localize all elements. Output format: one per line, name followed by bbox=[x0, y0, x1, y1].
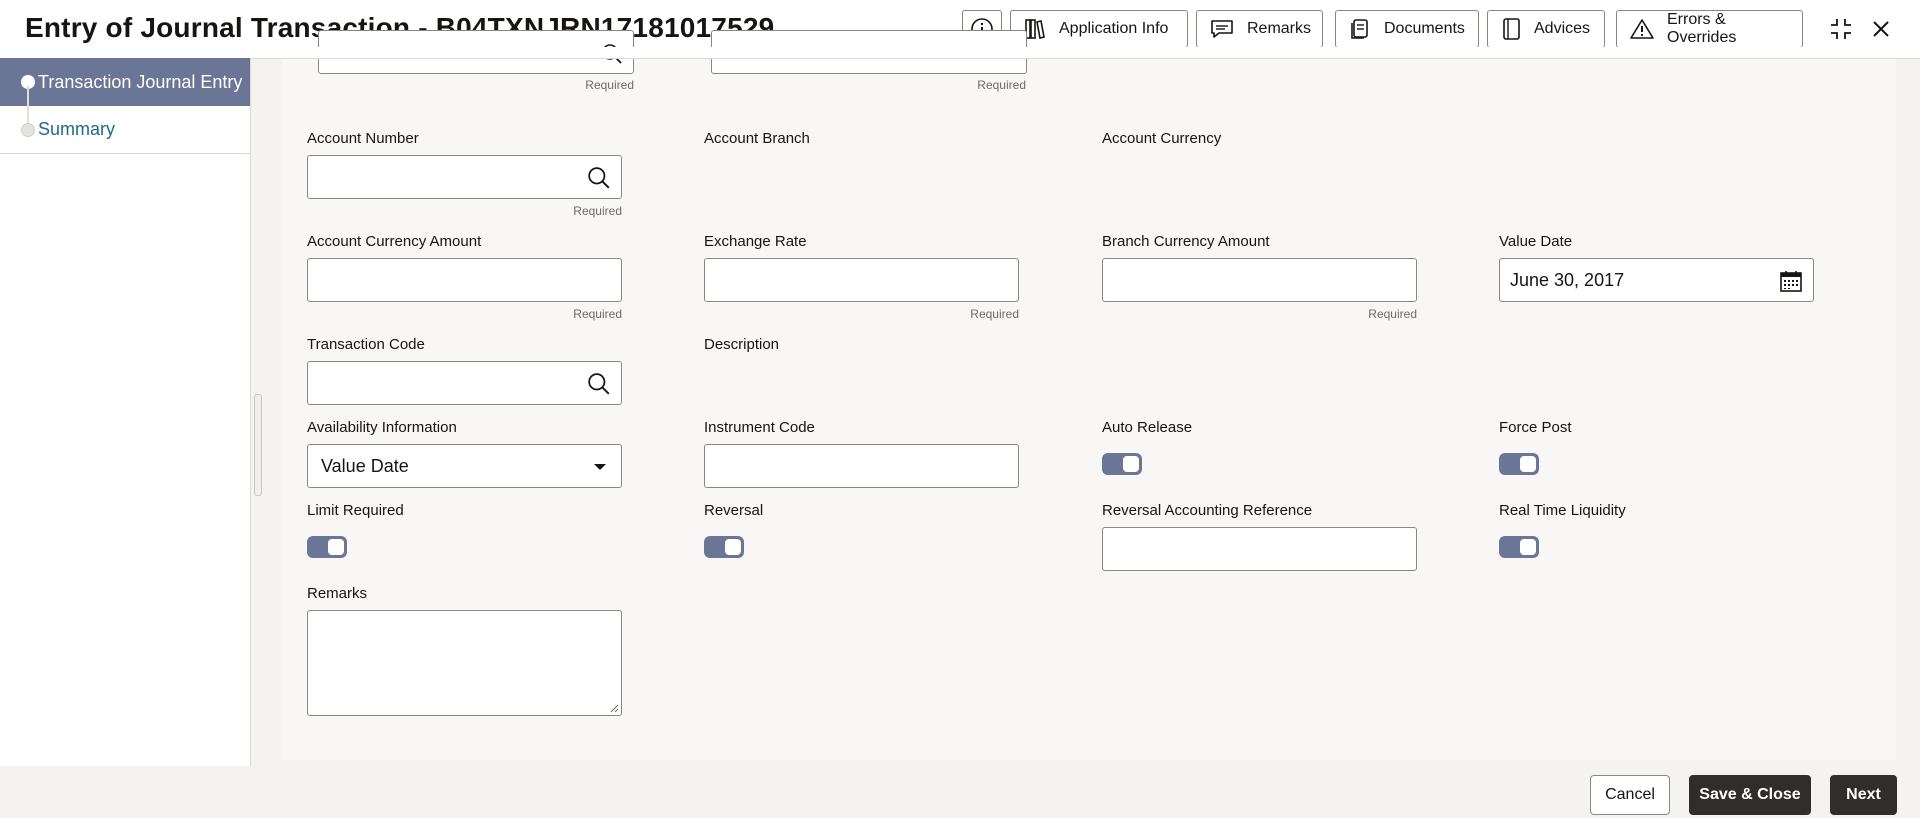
errors-overrides-button[interactable]: Errors & Overrides bbox=[1616, 10, 1803, 48]
instrument-code-input[interactable] bbox=[704, 444, 1019, 488]
branch-currency-amount-input[interactable] bbox=[1102, 258, 1417, 302]
reversal-accounting-reference-label: Reversal Accounting Reference bbox=[1102, 502, 1313, 519]
limit-required-toggle[interactable] bbox=[307, 536, 347, 558]
real-time-liquidity-label: Real Time Liquidity bbox=[1499, 502, 1626, 519]
chevron-down-icon bbox=[594, 464, 606, 470]
calendar-icon[interactable] bbox=[1779, 269, 1803, 293]
account-currency-label: Account Currency bbox=[1102, 130, 1222, 147]
account-currency-amount-label: Account Currency Amount bbox=[307, 233, 482, 250]
advices-button[interactable]: Advices bbox=[1487, 10, 1605, 48]
required-hint: Required bbox=[977, 78, 1026, 92]
account-number-input[interactable] bbox=[307, 155, 622, 199]
toggle-knob bbox=[1520, 539, 1536, 555]
close-icon[interactable] bbox=[1866, 14, 1896, 44]
sidebar-item-label: Summary bbox=[38, 119, 116, 139]
header-mask-left bbox=[0, 47, 252, 58]
documents-icon bbox=[1351, 19, 1368, 39]
save-close-button[interactable]: Save & Close bbox=[1689, 775, 1811, 815]
force-post-toggle[interactable] bbox=[1499, 453, 1539, 475]
step-inactive-icon bbox=[21, 122, 35, 137]
auto-release-toggle[interactable] bbox=[1102, 453, 1142, 475]
instrument-code-label: Instrument Code bbox=[704, 419, 815, 436]
account-branch-label: Account Branch bbox=[704, 130, 810, 147]
resize-grip-icon[interactable] bbox=[609, 703, 619, 713]
reversal-label: Reversal bbox=[704, 502, 764, 519]
toggle-knob bbox=[725, 539, 741, 555]
sidebar-item-transaction-journal-entry[interactable]: Transaction Journal Entry bbox=[0, 58, 250, 106]
collapse-icon[interactable] bbox=[1826, 14, 1856, 44]
next-button[interactable]: Next bbox=[1830, 775, 1897, 815]
availability-information-value: Value Date bbox=[321, 456, 409, 476]
errors-overrides-label: Errors & Overrides bbox=[1667, 11, 1737, 46]
availability-information-label: Availability Information bbox=[307, 419, 457, 436]
toggle-knob bbox=[1123, 456, 1139, 472]
toggle-knob bbox=[328, 539, 344, 555]
transaction-code-input[interactable] bbox=[307, 361, 622, 405]
documents-button[interactable]: Documents bbox=[1335, 10, 1479, 48]
application-info-button[interactable]: Application Info bbox=[1010, 10, 1188, 48]
sidebar: Transaction Journal Entry Summary bbox=[0, 58, 251, 766]
required-hint: Required bbox=[573, 307, 622, 321]
documents-label: Documents bbox=[1384, 20, 1465, 37]
value-date-label: Value Date bbox=[1499, 233, 1573, 250]
account-currency-amount-input[interactable] bbox=[307, 258, 622, 302]
remarks-label: Remarks bbox=[307, 585, 368, 602]
required-hint: Required bbox=[573, 204, 622, 218]
reversal-accounting-reference-input[interactable] bbox=[1102, 527, 1417, 571]
availability-information-select[interactable]: Value Date bbox=[307, 444, 622, 488]
remarks-label: Remarks bbox=[1247, 20, 1312, 37]
transaction-code-label: Transaction Code bbox=[307, 336, 425, 353]
force-post-label: Force Post bbox=[1499, 419, 1572, 436]
sidebar-item-summary[interactable]: Summary bbox=[0, 106, 250, 154]
advices-label: Advices bbox=[1534, 20, 1591, 37]
required-hint: Required bbox=[585, 78, 634, 92]
real-time-liquidity-toggle[interactable] bbox=[1499, 536, 1539, 558]
comment-icon bbox=[1211, 20, 1233, 38]
remarks-button[interactable]: Remarks bbox=[1196, 10, 1323, 48]
required-hint: Required bbox=[970, 307, 1019, 321]
exchange-rate-input[interactable] bbox=[704, 258, 1019, 302]
header-mask bbox=[252, 47, 1920, 59]
application-info-label: Application Info bbox=[1059, 20, 1169, 37]
required-hint: Required bbox=[1368, 307, 1417, 321]
warning-icon bbox=[1630, 19, 1654, 39]
remarks-textarea[interactable] bbox=[307, 610, 622, 716]
cancel-button[interactable]: Cancel bbox=[1590, 775, 1670, 815]
limit-required-label: Limit Required bbox=[307, 502, 404, 519]
toggle-knob bbox=[1520, 456, 1536, 472]
search-icon[interactable] bbox=[587, 372, 611, 396]
value-date-input[interactable]: June 30, 2017 bbox=[1499, 258, 1814, 302]
description-label: Description bbox=[704, 336, 780, 353]
advices-icon bbox=[1503, 18, 1520, 40]
search-icon[interactable] bbox=[587, 166, 611, 190]
resize-handle[interactable] bbox=[254, 394, 262, 496]
exchange-rate-label: Exchange Rate bbox=[704, 233, 807, 250]
value-date-value: June 30, 2017 bbox=[1510, 270, 1625, 290]
branch-currency-amount-label: Branch Currency Amount bbox=[1102, 233, 1270, 250]
auto-release-label: Auto Release bbox=[1102, 419, 1193, 436]
account-number-label: Account Number bbox=[307, 130, 419, 147]
sidebar-item-label: Transaction Journal Entry bbox=[38, 71, 243, 92]
reversal-toggle[interactable] bbox=[704, 536, 744, 558]
